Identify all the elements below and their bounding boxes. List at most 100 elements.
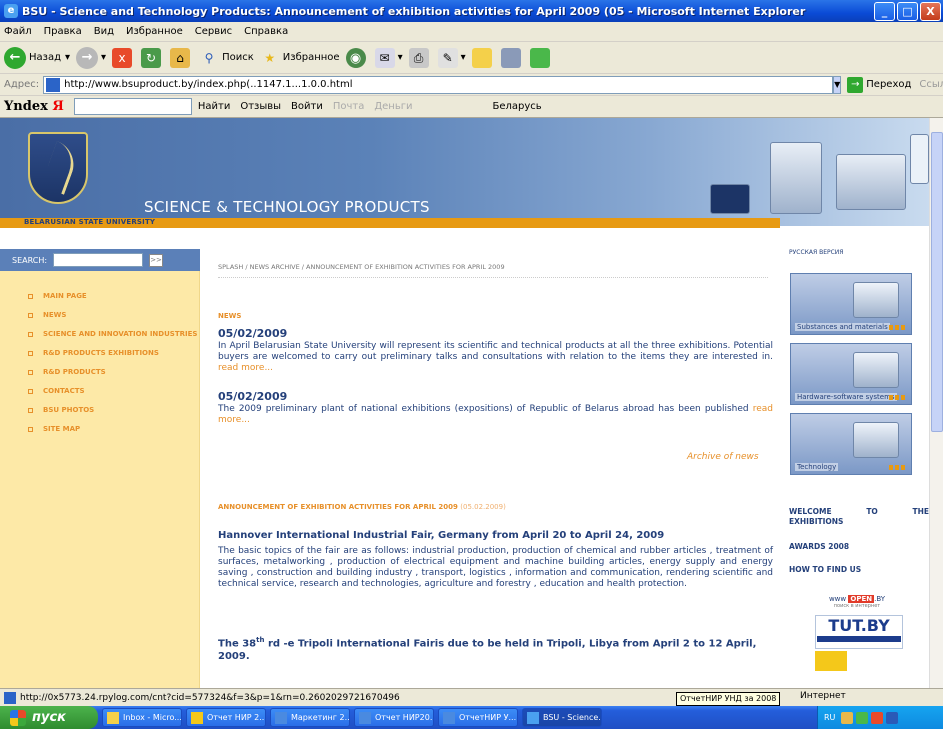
nav-bsu-photos[interactable]: BSU PHOTOS [0,401,199,420]
menu-tools[interactable]: Сервис [195,26,232,37]
nav-contacts[interactable]: CONTACTS [0,382,199,401]
chevron-down-icon[interactable]: ▾ [398,52,403,63]
tray-icon[interactable] [856,711,869,724]
stop-button[interactable]: x [112,47,135,68]
menu-favorites[interactable]: Избранное [126,26,183,37]
scrollbar-thumb[interactable] [931,132,943,432]
research-button[interactable] [500,47,524,68]
read-more-link[interactable]: read more... [218,363,273,373]
language-indicator[interactable]: RU [824,713,835,722]
bullet-icon [28,389,33,394]
start-button[interactable]: пуск [0,706,98,729]
word-icon [275,711,287,724]
task-marketing[interactable]: Маркетинг 2... [270,708,350,727]
link-word: WELCOME [789,507,832,516]
menu-edit[interactable]: Правка [44,26,82,37]
links-button[interactable]: Ссылки [919,79,943,90]
tray-icon[interactable] [841,711,854,724]
maximize-button[interactable]: □ [897,1,918,21]
nav-news[interactable]: NEWS [0,306,199,325]
chevron-down-icon[interactable]: ▾ [65,52,70,63]
news-body: In April Belarusian State University wil… [218,341,773,362]
fair-title: Hannover International Industrial Fair, … [218,530,665,541]
awards-link[interactable]: AWARDS 2008 [789,542,929,552]
yandex-logo-text: Yndex [4,99,48,114]
edit-button[interactable]: ✎ ▾ [437,47,466,68]
media-button[interactable]: ◉ [345,47,369,68]
menu-file[interactable]: Файл [4,26,32,37]
open-by-banner[interactable]: www OPEN .BY поиск в интернет [815,595,899,609]
task-report3[interactable]: ОтчетНИР У... [438,708,518,727]
task-report[interactable]: Отчет НИР 2... [186,708,266,727]
favorites-button[interactable]: ★ Избранное [260,48,339,68]
messenger-button[interactable] [529,47,553,68]
fair-title-part: The 38 [218,638,257,650]
nav-site-map[interactable]: SITE MAP [0,420,199,439]
category-hardware-card[interactable]: Hardware-software systems [790,343,912,405]
go-button[interactable]: → Переход [847,76,911,93]
bsu-emblem-logo[interactable] [28,132,88,204]
print-button[interactable]: ⎙ [408,47,432,68]
tray-icon[interactable] [886,711,899,724]
site-search-go-button[interactable]: >> [149,253,164,267]
nav-label: CONTACTS [43,387,85,395]
address-input[interactable]: http://www.bsuproduct.by/index.php(..114… [43,75,834,94]
vertical-scrollbar[interactable] [929,118,943,688]
breadcrumb[interactable]: SPLASH / NEWS ARCHIVE / ANNOUNCEMENT OF … [218,263,505,271]
book-icon [500,47,521,68]
minimize-button[interactable]: _ [874,1,895,21]
search-button[interactable]: ⚲ Поиск [199,48,254,68]
chevron-down-icon[interactable]: ▾ [101,52,106,63]
folder-button[interactable] [471,47,495,68]
link-word: EXHIBITIONS [789,517,844,526]
yandex-find-button[interactable]: Найти [198,101,230,112]
task-bsu-ie[interactable]: BSU - Science... [522,708,602,727]
welcome-exhibitions-link[interactable]: WELCOME TO THE EXHIBITIONS [789,507,929,527]
task-report2[interactable]: Отчет НИР20... [354,708,434,727]
address-dropdown-icon[interactable]: ▼ [833,75,842,94]
archive-of-news-link[interactable]: Archive of news [687,452,759,462]
title-bar[interactable]: e BSU - Science and Technology Products:… [0,0,943,22]
news-body: The 2009 preliminary plant of national e… [218,404,749,414]
chevron-down-icon[interactable]: ▾ [461,52,466,63]
search-label: Поиск [222,52,254,63]
nav-rd-exhibitions[interactable]: R&D PRODUCTS EXHIBITIONS [0,344,199,363]
category-technology-card[interactable]: Technology [790,413,912,475]
nav-science-innovation[interactable]: SCIENCE AND INNOVATION INDUSTRIES [0,325,199,344]
dots-icon [889,325,907,330]
outlook-icon [107,711,119,724]
nav-label: SITE MAP [43,425,81,433]
forward-button[interactable]: → ▾ [76,46,106,69]
site-search-input[interactable] [53,253,144,267]
yandex-search-input[interactable] [73,98,192,115]
back-button[interactable]: ← Назад ▾ [4,46,70,69]
close-button[interactable]: X [920,1,941,21]
word-icon [443,711,455,724]
tray-icon[interactable] [871,711,884,724]
mail-button[interactable]: ✉ ▾ [374,47,403,68]
refresh-button[interactable]: ↻ [141,47,164,68]
russian-version-link[interactable]: РУССКАЯ ВЕРСИЯ [789,249,843,256]
yandex-money-button[interactable]: Деньги [374,101,412,112]
nav-rd-products[interactable]: R&D PRODUCTS [0,363,199,382]
taskbar-tooltip: ОтчетНИР УНД за 2008 [676,692,781,706]
page-icon [46,77,61,92]
tutby-bar [817,636,901,642]
yandex-reviews-button[interactable]: Отзывы [240,101,281,112]
yandex-logo[interactable]: Yndex Я [4,99,64,114]
yandex-region[interactable]: Беларусь [493,101,542,112]
yandex-login-button[interactable]: Войти [291,101,323,112]
address-bar: Адрес: http://www.bsuproduct.by/index.ph… [0,74,943,96]
tutby-banner[interactable]: TUT.BY [815,615,903,649]
category-substances-card[interactable]: Substances and materials [790,273,912,335]
ad-banner[interactable] [815,651,847,671]
menu-help[interactable]: Справка [244,26,288,37]
how-to-find-us-link[interactable]: HOW TO FIND US [789,565,929,575]
yandex-mail-button[interactable]: Почта [333,101,365,112]
home-button[interactable]: ⌂ [170,47,193,68]
yandex-toolbar: Yndex Я Найти Отзывы Войти Почта Деньги … [0,96,943,118]
nav-main-page[interactable]: MAIN PAGE [0,287,199,306]
task-inbox[interactable]: Inbox - Micro... [102,708,182,727]
menu-view[interactable]: Вид [94,26,114,37]
search-icon: ⚲ [204,50,214,65]
